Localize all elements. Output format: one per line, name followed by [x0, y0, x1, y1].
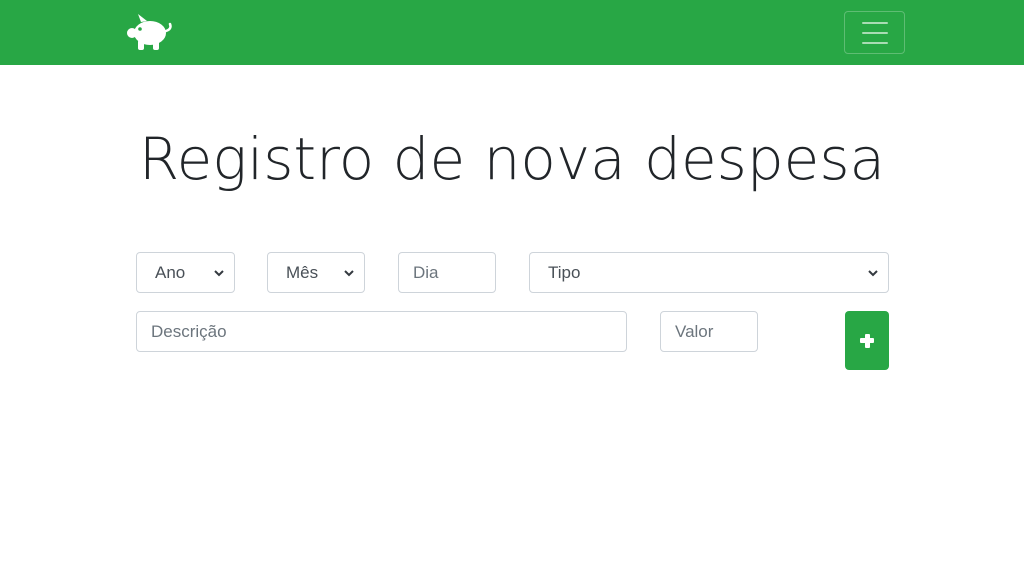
chevron-down-icon: [344, 270, 354, 277]
tipo-select[interactable]: Tipo: [529, 252, 889, 293]
page-title: Registro de nova despesa: [138, 125, 886, 193]
ano-select[interactable]: Ano: [136, 252, 235, 293]
mes-select-value: Mês: [286, 262, 319, 282]
tipo-select-value: Tipo: [548, 262, 581, 282]
valor-input[interactable]: Valor: [660, 311, 758, 352]
ano-select-value: Ano: [155, 262, 186, 282]
hamburger-menu-icon[interactable]: [844, 11, 905, 54]
descricao-input-placeholder: Descrição: [151, 321, 227, 341]
mes-select[interactable]: Mês: [267, 252, 365, 293]
descricao-input[interactable]: Descrição: [136, 311, 627, 352]
dia-input[interactable]: Dia: [398, 252, 496, 293]
dia-input-placeholder: Dia: [413, 262, 439, 282]
piggy-bank-icon[interactable]: [125, 12, 173, 52]
chevron-down-icon: [214, 270, 224, 277]
navbar: [0, 0, 1024, 65]
add-expense-button[interactable]: [845, 311, 889, 370]
valor-input-placeholder: Valor: [675, 321, 714, 341]
chevron-down-icon: [868, 270, 878, 277]
